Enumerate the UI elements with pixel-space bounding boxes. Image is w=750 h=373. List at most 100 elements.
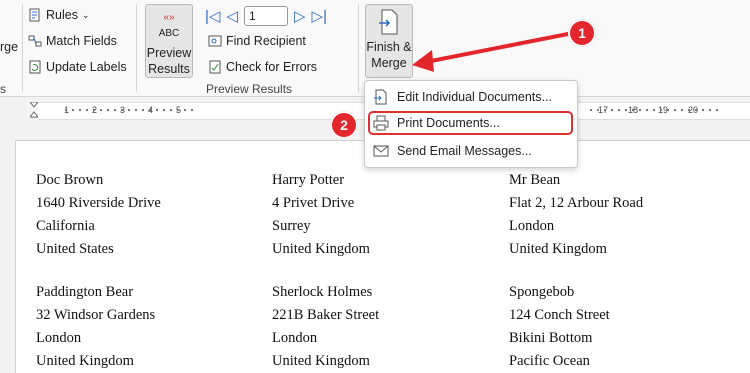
mailing-label: Spongebob 124 Conch Street Bikini Bottom… bbox=[509, 281, 610, 373]
email-icon bbox=[373, 145, 389, 157]
match-fields-label: Match Fields bbox=[46, 34, 117, 48]
last-record-icon[interactable]: ▷| bbox=[312, 7, 327, 25]
ruler-tick bbox=[688, 109, 690, 111]
menu-item-label: Send Email Messages... bbox=[397, 144, 532, 158]
mailing-label: Doc Brown 1640 Riverside Drive Californi… bbox=[36, 169, 161, 261]
ruler-tick bbox=[625, 109, 627, 111]
mailing-label: Paddington Bear 32 Windsor Gardens Londo… bbox=[36, 281, 155, 373]
label-country: United Kingdom bbox=[272, 353, 370, 369]
label-city: London bbox=[509, 218, 555, 234]
label-name: Sherlock Holmes bbox=[272, 284, 373, 300]
label-name: Mr Bean bbox=[509, 172, 561, 188]
ruler-tick bbox=[128, 109, 130, 111]
preview-line2: Results bbox=[148, 62, 190, 76]
ruler-tick bbox=[65, 109, 67, 111]
ruler-tick bbox=[177, 109, 179, 111]
ruler-tick bbox=[667, 109, 669, 111]
edit-document-icon bbox=[374, 89, 387, 105]
ruler-tick bbox=[114, 109, 116, 111]
ruler-tick bbox=[646, 109, 648, 111]
label-name: Paddington Bear bbox=[36, 284, 134, 300]
match-fields-icon bbox=[28, 35, 42, 47]
mailing-label: Sherlock Holmes 221B Baker Street London… bbox=[272, 281, 379, 373]
label-street: 124 Conch Street bbox=[509, 307, 610, 323]
menu-item-edit-individual[interactable]: Edit Individual Documents... bbox=[373, 85, 569, 109]
find-recipient-button[interactable]: Find Recipient bbox=[208, 34, 306, 48]
ruler-tick bbox=[121, 109, 123, 111]
update-labels-button[interactable]: Update Labels bbox=[28, 60, 127, 74]
ruler-tick bbox=[674, 109, 676, 111]
ruler-tick bbox=[709, 109, 711, 111]
label-street: 32 Windsor Gardens bbox=[36, 307, 156, 323]
group-label-partial: s bbox=[0, 82, 6, 96]
rules-button[interactable]: Rules ⌄ bbox=[28, 8, 90, 22]
preview-results-button[interactable]: «» ABC Preview Results bbox=[145, 4, 193, 78]
label-street: Flat 2, 12 Arbour Road bbox=[509, 195, 644, 211]
update-labels-icon bbox=[29, 60, 41, 74]
record-number-field[interactable]: 1 bbox=[243, 6, 288, 26]
label-city: California bbox=[36, 218, 95, 234]
ribbon-separator bbox=[22, 4, 23, 92]
document-page[interactable]: Doc Brown 1640 Riverside Drive Californi… bbox=[15, 140, 750, 373]
ruler-tick bbox=[191, 109, 193, 111]
find-recipient-icon bbox=[208, 35, 222, 47]
ribbon-separator bbox=[136, 4, 137, 92]
ribbon-separator bbox=[358, 4, 359, 92]
ruler-tick bbox=[681, 109, 683, 111]
next-record-icon[interactable]: ▷ bbox=[294, 7, 306, 25]
record-navigation: |◁ ◁ 1 ▷ ▷| bbox=[205, 6, 327, 26]
update-labels-label: Update Labels bbox=[46, 60, 127, 74]
ruler-tick bbox=[611, 109, 613, 111]
menu-item-print-documents[interactable]: Print Documents... bbox=[368, 111, 573, 135]
rules-icon bbox=[29, 8, 40, 22]
ruler-tick bbox=[163, 109, 165, 111]
first-record-icon[interactable]: |◁ bbox=[205, 7, 220, 25]
preview-line1: Preview bbox=[146, 46, 192, 60]
match-fields-button[interactable]: Match Fields bbox=[28, 34, 117, 48]
previous-record-icon[interactable]: ◁ bbox=[226, 7, 238, 25]
label-street: 221B Baker Street bbox=[272, 307, 380, 323]
printer-icon bbox=[373, 115, 389, 131]
label-city: Surrey bbox=[272, 218, 311, 234]
label-country: United Kingdom bbox=[509, 241, 607, 257]
indent-marker-icon[interactable] bbox=[28, 101, 40, 118]
label-city: London bbox=[272, 330, 318, 346]
ruler-tick bbox=[590, 109, 592, 111]
label-street: 4 Privet Drive bbox=[272, 195, 355, 211]
ruler-number: 17 bbox=[598, 105, 609, 115]
ruler-tick bbox=[660, 109, 662, 111]
ruler-tick bbox=[149, 109, 151, 111]
ruler-tick bbox=[597, 109, 599, 111]
merge-partial-text: rge bbox=[0, 40, 19, 54]
ruler-tick bbox=[79, 109, 81, 111]
ruler-tick bbox=[100, 109, 102, 111]
ruler-tick bbox=[695, 109, 697, 111]
find-recipient-label: Find Recipient bbox=[226, 34, 306, 48]
ruler-tick bbox=[135, 109, 137, 111]
ruler-tick bbox=[604, 109, 606, 111]
ruler-tick bbox=[86, 109, 88, 111]
ruler-tick bbox=[142, 109, 144, 111]
finish-merge-menu: Edit Individual Documents... Print Docum… bbox=[364, 80, 578, 168]
ruler-tick bbox=[170, 109, 172, 111]
ruler-tick bbox=[93, 109, 95, 111]
merge-partial-label: rge bbox=[0, 40, 18, 54]
ruler-tick bbox=[716, 109, 718, 111]
check-errors-label: Check for Errors bbox=[226, 60, 317, 74]
label-country: United Kingdom bbox=[272, 241, 370, 257]
step-badge-2: 2 bbox=[330, 111, 358, 139]
check-errors-button[interactable]: Check for Errors bbox=[208, 60, 317, 74]
label-country: United Kingdom bbox=[36, 353, 134, 369]
ruler-tick bbox=[639, 109, 641, 111]
label-name: Harry Potter bbox=[272, 172, 345, 188]
step-badge-1: 1 bbox=[568, 19, 596, 47]
label-name: Spongebob bbox=[509, 284, 575, 300]
label-street: 1640 Riverside Drive bbox=[36, 195, 161, 211]
menu-item-send-email[interactable]: Send Email Messages... bbox=[373, 139, 569, 163]
ruler-tick bbox=[618, 109, 620, 111]
ruler-tick bbox=[107, 109, 109, 111]
mailing-label: Mr Bean Flat 2, 12 Arbour Road London Un… bbox=[509, 169, 643, 261]
finish-merge-icon bbox=[379, 9, 398, 35]
ruler-tick bbox=[72, 109, 74, 111]
label-country: Pacific Ocean bbox=[509, 353, 590, 369]
